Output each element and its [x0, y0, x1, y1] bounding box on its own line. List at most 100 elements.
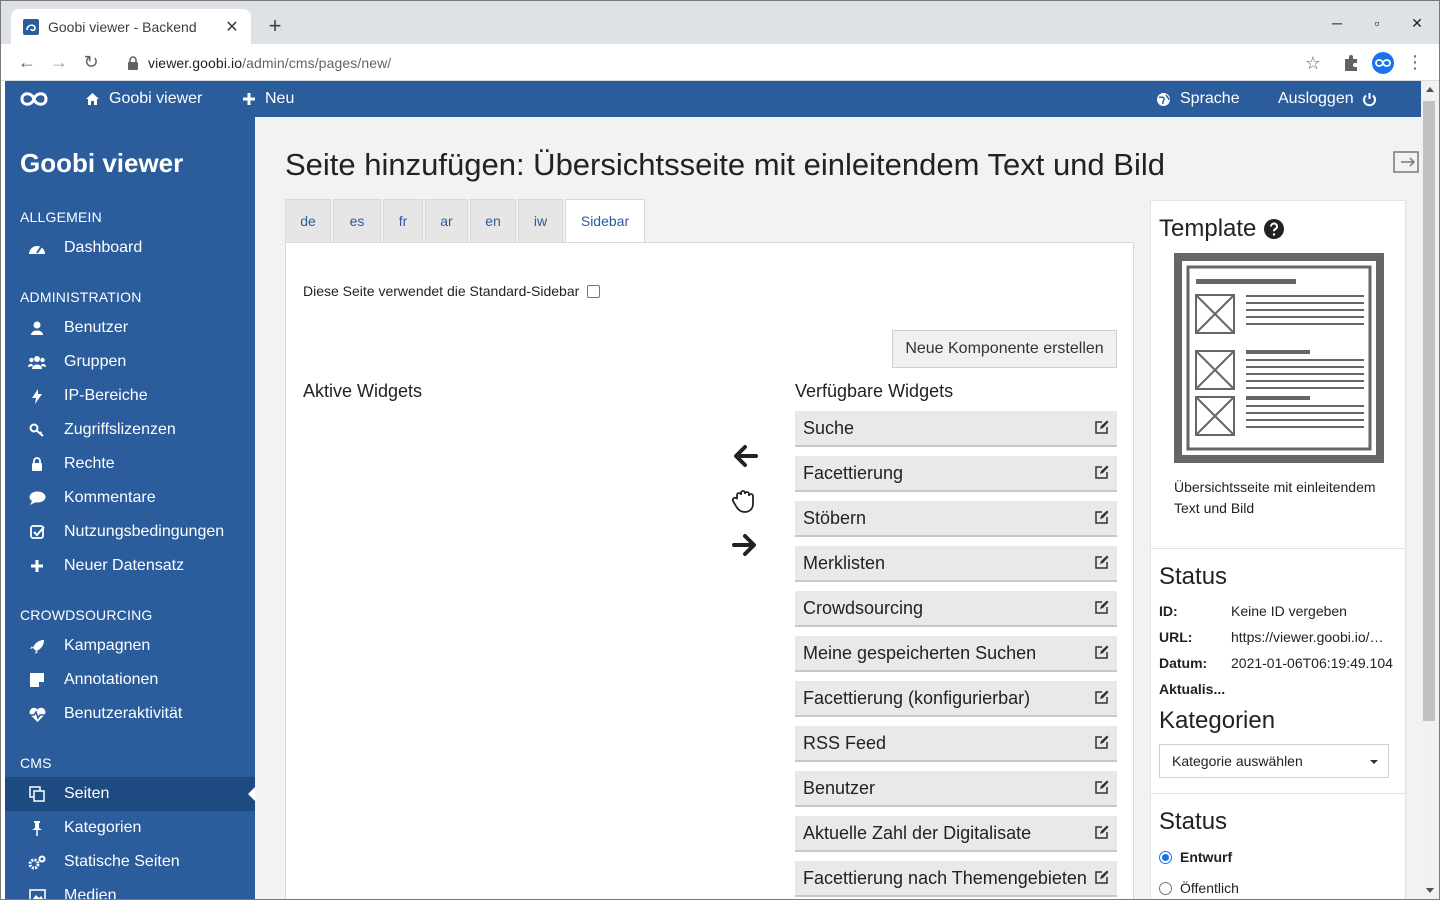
new-tab-icon[interactable]: +: [263, 14, 287, 38]
status-date-value: 2021-01-06T06:19:49.104: [1231, 655, 1393, 671]
drag-hand-icon[interactable]: [730, 486, 760, 516]
maximize-icon[interactable]: ▫: [1367, 13, 1387, 33]
comments-icon: [28, 489, 46, 507]
tab-lang-en[interactable]: en: [470, 199, 516, 242]
back-icon[interactable]: ←: [15, 50, 39, 74]
new-component-button[interactable]: Neue Komponente erstellen: [892, 330, 1117, 368]
plus-icon: [28, 557, 46, 575]
sidebar-brand[interactable]: Goobi viewer: [20, 148, 183, 179]
available-widget-item[interactable]: Meine gespeicherten Suchen: [795, 636, 1117, 672]
check-square-icon: [28, 523, 46, 541]
browser-tab[interactable]: Goobi viewer - Backend ✕: [11, 9, 251, 44]
collapse-sidebar-icon[interactable]: [1393, 150, 1419, 174]
sidebar-item-media[interactable]: Medien: [5, 879, 255, 899]
help-question-icon[interactable]: [1264, 219, 1285, 239]
nav-logout-link[interactable]: Ausloggen: [1278, 81, 1386, 117]
available-widget-item[interactable]: Stöbern: [795, 501, 1117, 537]
edit-widget-icon[interactable]: [1095, 690, 1109, 704]
status-url-value[interactable]: https://viewer.goobi.io/cms/: [1231, 629, 1389, 645]
tab-lang-ar[interactable]: ar: [425, 199, 468, 242]
radio-draft-button[interactable]: [1159, 850, 1172, 864]
nav-language-link[interactable]: Sprache: [1156, 81, 1240, 117]
address-bar[interactable]: viewer.goobi.io/admin/cms/pages/new/ ☆: [115, 48, 1331, 77]
page-scrollbar[interactable]: [1421, 81, 1439, 899]
sidebar-item-user-activity[interactable]: Benutzeraktivität: [5, 697, 255, 731]
radio-public-button[interactable]: [1159, 881, 1172, 895]
available-widget-item[interactable]: Crowdsourcing: [795, 591, 1117, 627]
arrow-left-icon[interactable]: [730, 441, 760, 471]
tab-lang-iw[interactable]: iw: [518, 199, 563, 242]
status-updated-label: Aktualis...: [1159, 681, 1226, 697]
close-window-icon[interactable]: ✕: [1407, 13, 1427, 33]
scrollbar-thumb[interactable]: [1423, 101, 1435, 721]
browser-menu-icon[interactable]: ⋮: [1403, 50, 1427, 74]
available-widget-item[interactable]: Merklisten: [795, 546, 1117, 582]
template-preview-image[interactable]: [1174, 253, 1384, 463]
edit-widget-icon[interactable]: [1095, 780, 1109, 794]
tab-lang-fr[interactable]: fr: [383, 199, 423, 242]
sidebar-item-pages[interactable]: Seiten: [5, 777, 255, 811]
tab-lang-de[interactable]: de: [285, 199, 331, 242]
sidebar-item-comments[interactable]: Kommentare: [5, 481, 255, 515]
lock-icon: [128, 55, 138, 70]
sidebar-item-users[interactable]: Benutzer: [5, 311, 255, 345]
edit-widget-icon[interactable]: [1095, 645, 1109, 659]
standard-sidebar-checkbox[interactable]: [587, 284, 601, 298]
sidebar-item-new-record[interactable]: Neuer Datensatz: [5, 549, 255, 583]
available-widget-item[interactable]: Benutzer: [795, 771, 1117, 807]
sidebar-item-ip-ranges[interactable]: IP-Bereiche: [5, 379, 255, 413]
arrow-right-icon[interactable]: [730, 530, 760, 560]
tab-sidebar[interactable]: Sidebar: [565, 199, 645, 242]
status-radio-draft[interactable]: Entwurf: [1159, 849, 1232, 865]
extensions-puzzle-icon[interactable]: [1340, 52, 1362, 74]
sidebar-item-licenses[interactable]: Zugriffslizenzen: [5, 413, 255, 447]
sidebar-item-dashboard[interactable]: Dashboard: [5, 231, 255, 265]
available-widget-item[interactable]: Facettierung (konfigurierbar): [795, 681, 1117, 717]
sidebar-item-campaigns[interactable]: Kampagnen: [5, 629, 255, 663]
close-tab-icon[interactable]: ✕: [223, 18, 241, 36]
available-widget-item[interactable]: Suche: [795, 411, 1117, 447]
available-widget-item[interactable]: Aktuelle Zahl der Digitalisate: [795, 816, 1117, 852]
forward-icon[interactable]: →: [47, 50, 71, 74]
edit-widget-icon[interactable]: [1095, 870, 1109, 884]
edit-widget-icon[interactable]: [1095, 465, 1109, 479]
edit-widget-icon[interactable]: [1095, 600, 1109, 614]
minimize-icon[interactable]: ─: [1327, 13, 1347, 33]
sidebar-item-terms[interactable]: Nutzungsbedingungen: [5, 515, 255, 549]
available-widget-item[interactable]: Facettierung: [795, 456, 1117, 492]
nav-home-link[interactable]: Goobi viewer: [85, 81, 202, 117]
edit-widget-icon[interactable]: [1095, 825, 1109, 839]
sidebar-label-campaigns: Kampagnen: [64, 637, 151, 654]
available-widget-item[interactable]: Facettierung nach Themengebieten: [795, 861, 1117, 897]
nav-new-link[interactable]: Neu: [242, 81, 294, 117]
sidebar-editor-panel: Diese Seite verwendet die Standard-Sideb…: [285, 242, 1134, 899]
lock-icon: [28, 455, 46, 473]
edit-widget-icon[interactable]: [1095, 735, 1109, 749]
radio-draft-label: Entwurf: [1180, 849, 1233, 865]
image-icon: [28, 887, 46, 899]
admin-sidebar: Goobi viewer ALLGEMEIN Dashboard ADMINIS…: [5, 117, 255, 899]
edit-widget-icon[interactable]: [1095, 420, 1109, 434]
reload-icon[interactable]: ↻: [79, 50, 103, 74]
status-heading: Status: [1159, 563, 1228, 590]
sidebar-item-groups[interactable]: Gruppen: [5, 345, 255, 379]
globe-icon: [1157, 92, 1170, 106]
status-radio-public[interactable]: Öffentlich: [1159, 880, 1239, 896]
template-heading-row: Template: [1159, 215, 1285, 243]
tab-lang-es[interactable]: es: [333, 199, 381, 242]
sidebar-item-annotations[interactable]: Annotationen: [5, 663, 255, 697]
sidebar-item-categories[interactable]: Kategorien: [5, 811, 255, 845]
language-tabs: de es fr ar en iw Sidebar: [285, 199, 647, 242]
goobi-logo-icon[interactable]: [19, 89, 49, 109]
sidebar-item-rights[interactable]: Rechte: [5, 447, 255, 481]
sidebar-item-static-pages[interactable]: Statische Seiten: [5, 845, 255, 879]
bookmark-star-icon[interactable]: ☆: [1305, 53, 1321, 74]
category-select[interactable]: Kategorie auswählen: [1159, 744, 1389, 778]
profile-avatar-icon[interactable]: [1372, 52, 1394, 74]
available-widget-item[interactable]: RSS Feed: [795, 726, 1117, 762]
scroll-down-icon[interactable]: [1426, 888, 1434, 893]
edit-widget-icon[interactable]: [1095, 555, 1109, 569]
dashboard-gauge-icon: [28, 239, 46, 257]
edit-widget-icon[interactable]: [1095, 510, 1109, 524]
scroll-up-icon[interactable]: [1426, 87, 1434, 92]
